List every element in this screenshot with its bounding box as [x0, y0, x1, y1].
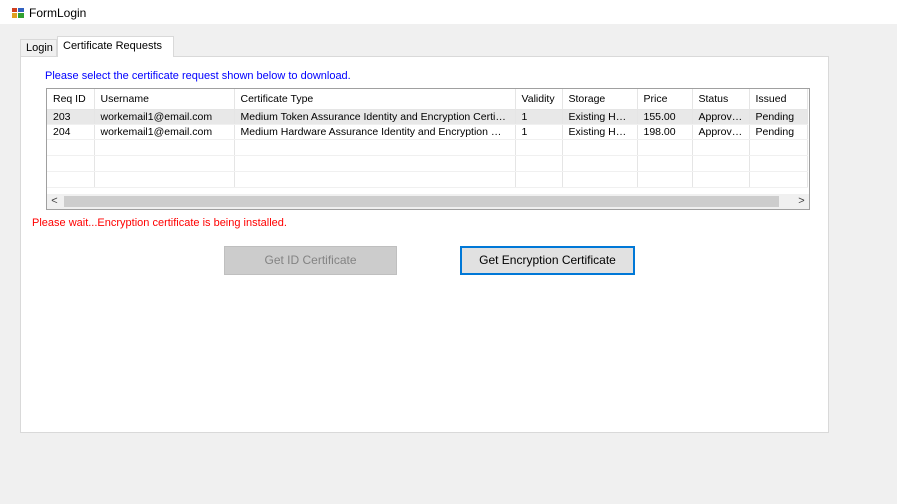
status-message: Please wait...Encryption certificate is …: [32, 217, 287, 229]
table-row[interactable]: 203 workemail1@email.com Medium Token As…: [47, 109, 808, 125]
cell-status: Approved: [692, 124, 750, 140]
header-row: Req ID Username Certificate Type Validit…: [47, 89, 808, 110]
scroll-right-icon[interactable]: >: [794, 194, 809, 209]
column-header-certificate-type[interactable]: Certificate Type: [234, 89, 516, 110]
app-icon: [12, 8, 24, 18]
cell-issued: Pending: [749, 124, 808, 140]
requests-table: Req ID Username Certificate Type Validit…: [47, 89, 808, 188]
empty-row: [47, 139, 808, 156]
window-title: FormLogin: [29, 6, 87, 20]
column-header-req-id[interactable]: Req ID: [47, 89, 95, 110]
tab-login[interactable]: Login: [20, 39, 57, 56]
column-header-validity[interactable]: Validity: [515, 89, 563, 110]
instruction-text: Please select the certificate request sh…: [45, 70, 351, 82]
column-header-status[interactable]: Status: [692, 89, 750, 110]
cell-status: Approved: [692, 109, 750, 125]
title-bar: FormLogin: [0, 0, 897, 24]
cell-username: workemail1@email.com: [94, 109, 235, 125]
column-header-storage[interactable]: Storage: [562, 89, 638, 110]
cell-req-id: 203: [47, 109, 95, 125]
certificate-requests-panel: Please select the certificate request sh…: [20, 56, 829, 433]
cell-validity: 1: [515, 124, 563, 140]
cell-price: 155.00: [637, 109, 693, 125]
column-header-issued[interactable]: Issued: [749, 89, 808, 110]
cell-validity: 1: [515, 109, 563, 125]
cell-storage: Existing Har...: [562, 124, 638, 140]
cell-req-id: 204: [47, 124, 95, 140]
column-header-price[interactable]: Price: [637, 89, 693, 110]
tab-certificate-requests[interactable]: Certificate Requests: [57, 36, 174, 57]
requests-grid[interactable]: Req ID Username Certificate Type Validit…: [46, 88, 810, 210]
cell-price: 198.00: [637, 124, 693, 140]
scrollbar-thumb[interactable]: [64, 196, 779, 207]
get-id-certificate-button[interactable]: Get ID Certificate: [224, 246, 397, 275]
horizontal-scrollbar[interactable]: < >: [47, 194, 809, 209]
cell-issued: Pending: [749, 109, 808, 125]
get-encryption-certificate-button[interactable]: Get Encryption Certificate: [460, 246, 635, 275]
empty-row: [47, 155, 808, 172]
empty-row: [47, 171, 808, 188]
scroll-left-icon[interactable]: <: [47, 194, 62, 209]
cell-storage: Existing Har...: [562, 109, 638, 125]
column-header-username[interactable]: Username: [94, 89, 235, 110]
cell-certificate-type: Medium Token Assurance Identity and Encr…: [234, 109, 516, 125]
cell-username: workemail1@email.com: [94, 124, 235, 140]
cell-certificate-type: Medium Hardware Assurance Identity and E…: [234, 124, 516, 140]
table-row[interactable]: 204 workemail1@email.com Medium Hardware…: [47, 124, 808, 140]
